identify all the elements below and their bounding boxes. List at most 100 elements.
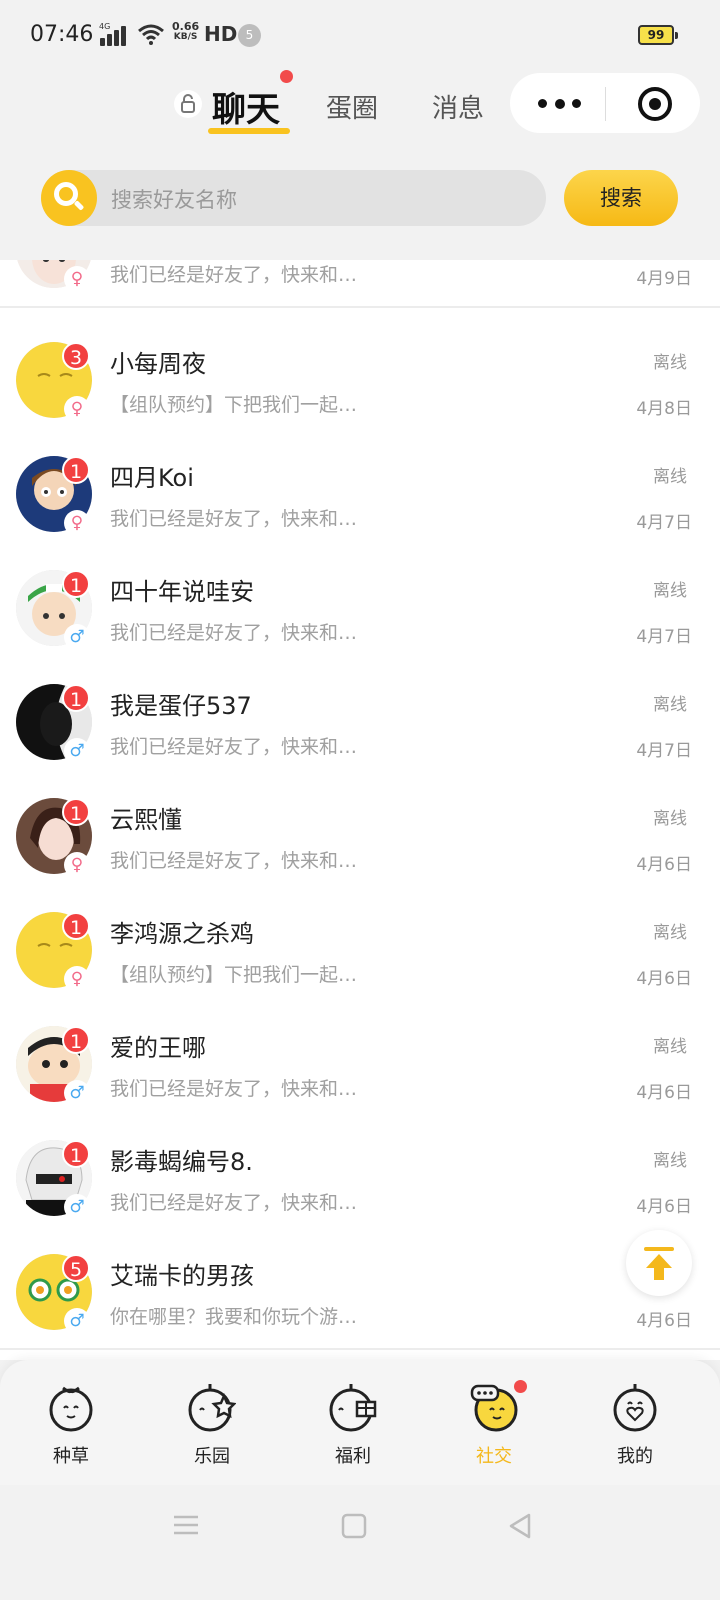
gender-female-icon: ♀ [64,396,90,422]
chat-name: 四月Koi [110,464,194,492]
nav-item-welfare[interactable]: 福利 [303,1380,403,1476]
chat-item[interactable]: 1 ♂ 影毒蝎编号8. 我们已经是好友了，快来和… 离线 4月6日 [0,1120,720,1236]
gender-male-icon: ♂ [64,738,90,764]
gift-face-icon [329,1384,377,1432]
unread-badge: 1 [62,1140,90,1168]
chat-date: 4月8日 [636,399,692,419]
chat-date: 4月7日 [636,741,692,761]
chat-item[interactable]: 1 ♀ 李鸿源之杀鸡 【组队预约】下把我们一起… 离线 4月6日 [0,892,720,1008]
back-icon[interactable] [507,1512,533,1540]
chat-name: 爱的王哪 [110,1034,206,1062]
unread-badge: 1 [62,570,90,598]
notification-dot [280,70,293,83]
chat-last-message: 我们已经是好友了，快来和… [110,1078,358,1100]
chat-status: 离线 [653,1151,687,1171]
chat-list: ♀ 我们已经是好友了，快来和… 4月9日 3 ♀ 小每周夜 【组队预约】下把我们… [0,260,720,1360]
wifi-icon [138,24,164,45]
chat-item[interactable]: 1 ♀ 云熙懂 我们已经是好友了，快来和… 离线 4月6日 [0,778,720,894]
chat-status: 离线 [653,581,687,601]
nav-label: 乐园 [194,1446,230,1467]
chat-item[interactable]: 1 ♂ 爱的王哪 我们已经是好友了，快来和… 离线 4月6日 [0,1006,720,1122]
nav-item-grass[interactable]: 种草 [21,1380,121,1476]
arrow-up-icon [644,1247,674,1280]
hd-indicator: HD [204,22,238,46]
tab-active-indicator [208,128,290,134]
chat-status: 离线 [653,1037,687,1057]
gender-male-icon: ♂ [64,1080,90,1106]
gender-female-icon: ♀ [64,510,90,536]
nav-label: 我的 [617,1446,653,1467]
target-icon[interactable] [638,87,672,121]
tab-chat[interactable]: 聊天 [212,82,280,131]
system-nav-bar [0,1485,720,1600]
chat-date: 4月9日 [636,269,692,289]
unread-badge: 1 [62,684,90,712]
chat-status: 离线 [653,695,687,715]
nav-label: 福利 [335,1446,371,1467]
chat-last-message: 【组队预约】下把我们一起… [110,964,358,986]
chat-name: 四十年说哇安 [110,578,254,606]
nav-item-social[interactable]: 社交 [444,1380,544,1476]
chat-face-icon [470,1384,518,1432]
scroll-to-top-button[interactable] [626,1230,692,1296]
chat-date: 4月6日 [636,1083,692,1103]
chat-name: 影毒蝎编号8. [110,1148,253,1176]
speed-unit: KB/S [173,32,198,42]
home-icon[interactable] [341,1513,367,1539]
unread-badge: 1 [62,1026,90,1054]
unread-badge: 3 [62,342,90,370]
nav-item-park[interactable]: 乐园 [162,1380,262,1476]
unread-badge: 1 [62,912,90,940]
miniapp-capsule [510,73,700,133]
gender-female-icon: ♀ [64,966,90,992]
chat-status: 离线 [653,923,687,943]
chat-last-message: 我们已经是好友了，快来和… [110,850,358,872]
unread-badge: 1 [62,456,90,484]
speed-value: 0.66 [172,20,200,33]
chat-item[interactable]: 1 ♀ 四月Koi 我们已经是好友了，快来和… 离线 4月7日 [0,436,720,552]
bottom-nav: 种草 乐园 福利 社交 我的 [0,1360,720,1485]
more-dots-icon[interactable] [538,99,582,109]
network-speed: 0.66 KB/S [172,21,199,43]
menu-icon[interactable] [172,1513,200,1537]
gender-female-icon: ♀ [64,852,90,878]
lock-icon[interactable] [174,90,202,118]
search-input[interactable]: 搜索好友名称 [41,170,546,226]
gender-female-icon: ♀ [64,266,90,292]
nav-label: 社交 [476,1446,512,1467]
heart-face-icon [613,1384,657,1432]
capsule-divider [605,87,606,121]
search-row: 搜索好友名称 搜索 [0,160,720,260]
chat-status: 离线 [653,467,687,487]
chat-date: 4月7日 [636,513,692,533]
park-star-icon [188,1384,236,1432]
chat-last-message: 我们已经是好友了，快来和… [110,736,358,758]
status-bar: 07:46 4G 0.66 KB/S HD 5 99 [0,0,720,70]
chat-date: 4月6日 [636,855,692,875]
chat-name: 云熙懂 [110,806,182,834]
chat-last-message: 我们已经是好友了，快来和… [110,1192,358,1214]
sim-count-badge: 5 [238,24,261,47]
chat-name: 我是蛋仔537 [110,692,252,720]
tab-messages[interactable]: 消息 [432,88,484,125]
chat-item[interactable]: ♀ 我们已经是好友了，快来和… 4月9日 [0,260,720,308]
chat-item[interactable]: 1 ♂ 四十年说哇安 我们已经是好友了，快来和… 离线 4月7日 [0,550,720,666]
chat-date: 4月7日 [636,627,692,647]
nav-label: 种草 [53,1446,89,1467]
nav-item-me[interactable]: 我的 [585,1380,685,1476]
chat-date: 4月6日 [636,969,692,989]
chat-last-message: 你在哪里？我要和你玩个游… [110,1306,358,1328]
chat-date: 4月6日 [636,1311,692,1331]
search-icon [41,170,97,226]
chat-item[interactable]: 1 ♂ 我是蛋仔537 我们已经是好友了，快来和… 离线 4月7日 [0,664,720,780]
search-button[interactable]: 搜索 [564,170,678,226]
grass-face-icon [49,1386,93,1432]
chat-last-message: 我们已经是好友了，快来和… [110,264,358,286]
chat-item[interactable]: 3 ♀ 小每周夜 【组队预约】下把我们一起… 离线 4月8日 [0,322,720,438]
tab-egg-circle[interactable]: 蛋圈 [326,88,378,125]
gender-male-icon: ♂ [64,624,90,650]
unread-badge: 5 [62,1254,90,1282]
chat-last-message: 我们已经是好友了，快来和… [110,622,358,644]
gender-male-icon: ♂ [64,1194,90,1220]
chat-item[interactable]: 5 ♂ 艾瑞卡的男孩 你在哪里？我要和你玩个游… 4月6日 [0,1234,720,1350]
